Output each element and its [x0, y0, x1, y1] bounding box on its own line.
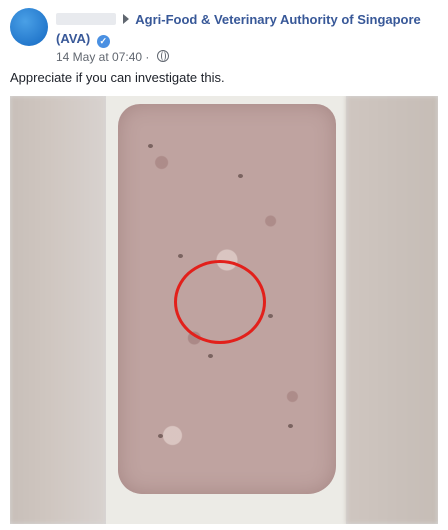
- post-header: Agri-Food & Veterinary Authority of Sing…: [56, 10, 444, 48]
- speck: [238, 174, 243, 178]
- facebook-post: Agri-Food & Veterinary Authority of Sing…: [0, 0, 448, 530]
- post-text: Appreciate if you can investigate this.: [10, 70, 225, 85]
- photo-main: [106, 96, 346, 524]
- speck: [178, 254, 183, 258]
- post-meta: 14 May at 07:40 ·: [56, 50, 169, 64]
- meta-separator: ·: [145, 50, 150, 64]
- speck: [158, 434, 163, 438]
- red-annotation-circle: [174, 260, 266, 344]
- redacted-author-name[interactable]: [56, 13, 116, 25]
- speck: [268, 314, 273, 318]
- post-photo[interactable]: [10, 96, 438, 524]
- speck: [208, 354, 213, 358]
- speck: [148, 144, 153, 148]
- verified-badge-icon: ✓: [96, 35, 110, 48]
- globe-icon[interactable]: [156, 50, 169, 62]
- speck: [288, 424, 293, 428]
- arrow-right-icon: [122, 14, 129, 24]
- photo-blur-left: [10, 96, 106, 524]
- photo-blur-right: [346, 96, 438, 524]
- timestamp-link[interactable]: 14 May at 07:40: [56, 50, 142, 64]
- avatar[interactable]: [10, 8, 48, 46]
